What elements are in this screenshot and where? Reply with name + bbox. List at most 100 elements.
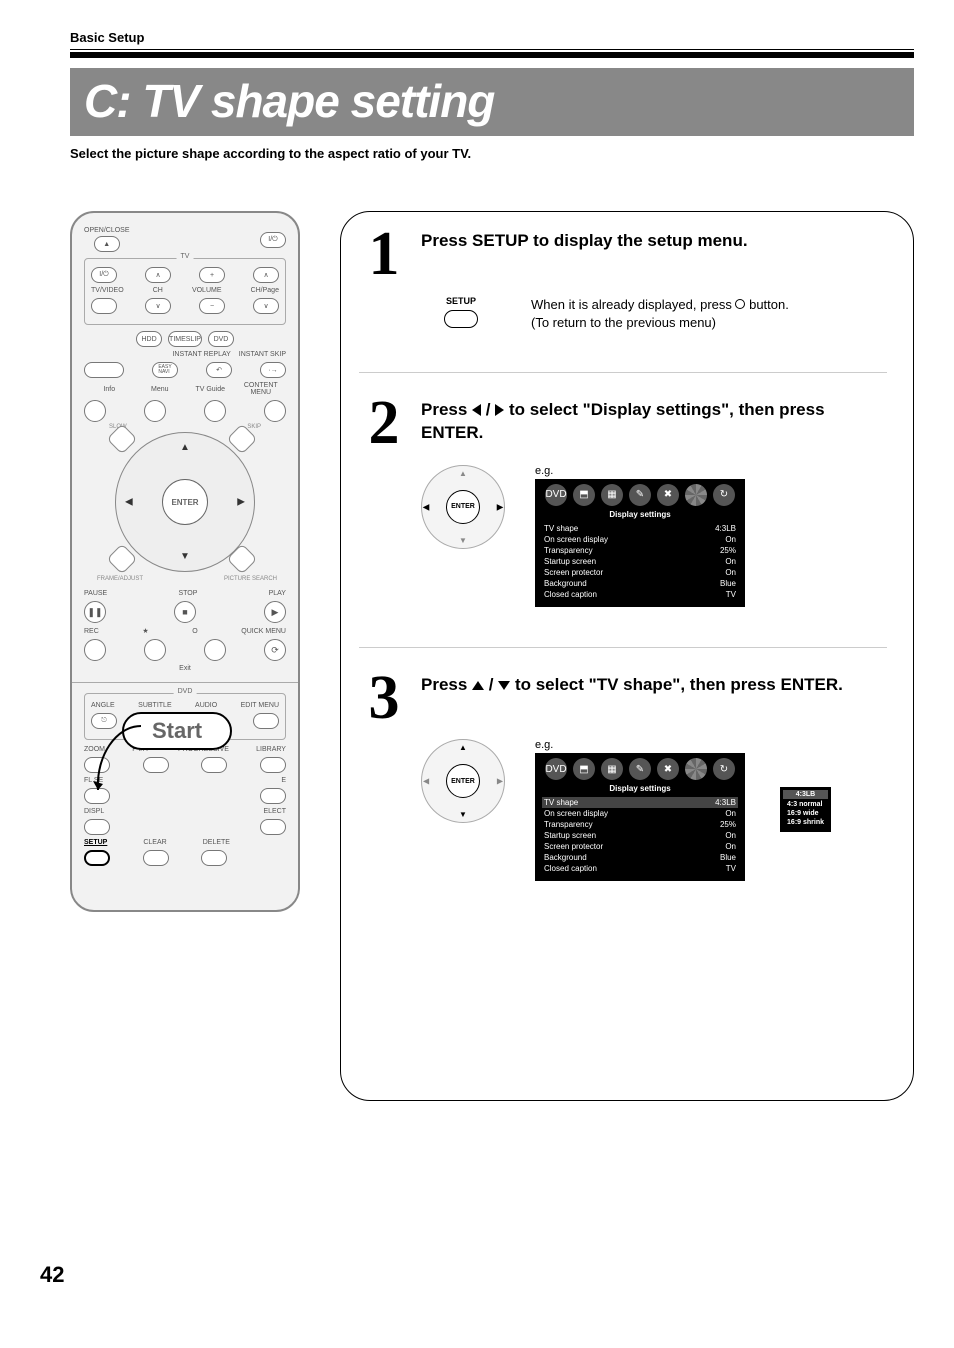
setup-label-remote: SETUP <box>84 839 107 846</box>
step-3-head: Press / to select "TV shape", then press… <box>421 674 843 724</box>
contentmenu-button <box>264 400 286 422</box>
intro-text: Select the picture shape according to th… <box>70 146 914 161</box>
quickmenu-label: QUICK MENU <box>241 628 286 635</box>
picture-search-label: PICTURE SEARCH <box>224 576 277 582</box>
inputselect-button <box>260 819 286 835</box>
subtitle-label: SUBTITLE <box>138 702 171 709</box>
circle-button <box>204 639 226 661</box>
chpage-down-button: ∨ <box>253 298 279 314</box>
ch-label: CH <box>153 287 163 294</box>
instant-skip-button: ·→ <box>260 362 286 378</box>
volume-label: VOLUME <box>192 287 222 294</box>
contentmenu-label: CONTENT MENU <box>236 382 287 396</box>
editmenu-label: EDIT MENU <box>241 702 279 709</box>
chpage-up-button: ∧ <box>253 267 279 283</box>
osd-icon-2: ⬒ <box>573 484 595 506</box>
search-button <box>226 543 257 574</box>
vol-up-button: + <box>199 267 225 283</box>
instant-replay-label: INSTANT REPLAY <box>172 351 230 358</box>
library-label: LIBRARY <box>256 746 286 753</box>
progressive-button <box>201 757 227 773</box>
menu-button <box>144 400 166 422</box>
power-button: I/⏻ <box>260 232 286 248</box>
tv-power-button: I/⏻ <box>91 267 117 283</box>
section-label: Basic Setup <box>70 30 914 49</box>
osd2-icon-2: ⬒ <box>573 758 595 780</box>
play-button: ▶ <box>264 601 286 623</box>
mode-label: E <box>281 777 286 784</box>
setup-button-remote <box>84 850 110 866</box>
skip-fwd-button <box>226 423 257 454</box>
eject-button: ▲ <box>94 236 120 252</box>
osd-options-popup: 4:3LB 4:3 normal 16:9 wide 16:9 shrink <box>780 787 831 831</box>
osd2-icon-5: ✖ <box>657 758 679 780</box>
instant-replay-button: ↶ <box>206 362 232 378</box>
dpad-up: ▲ <box>180 442 190 453</box>
hdd-button: HDD <box>136 331 162 347</box>
eg-label-1: e.g. <box>535 465 745 477</box>
osd-icon-gear <box>685 484 707 506</box>
library-button <box>260 757 286 773</box>
display-button <box>84 819 110 835</box>
step-1-head: Press SETUP to display the setup menu. <box>421 230 748 280</box>
page-title: C: TV shape setting <box>70 68 914 136</box>
osd-preview-1: DVD ⬒ ▦ ✎ ✖ ↻ Display settings TV shape4… <box>535 479 745 607</box>
eg-label-2: e.g. <box>535 739 745 751</box>
menu-label: Menu <box>135 386 186 393</box>
tvguide-label: TV Guide <box>185 386 236 393</box>
angle-label: ANGLE <box>91 702 115 709</box>
timeslip-button: TIMESLIP <box>168 331 202 347</box>
star-button <box>144 639 166 661</box>
frame-adjust-label: FRAME/ADJUST <box>97 576 143 582</box>
osd-icon-5: ✖ <box>657 484 679 506</box>
osd-icon-4: ✎ <box>629 484 651 506</box>
osd2-icon-7: ↻ <box>713 758 735 780</box>
osd-icon-7: ↻ <box>713 484 735 506</box>
dpad: SLOW SKIP FRAME/ADJUST PICTURE SEARCH ▲ … <box>115 432 255 572</box>
dpad-right: ▶ <box>237 497 245 508</box>
pause-button: ❚❚ <box>84 601 106 623</box>
step-3-number: 3 <box>359 674 409 724</box>
steps-frame: 1 Press SETUP to display the setup menu.… <box>340 211 914 1101</box>
dpad-down: ▼ <box>180 551 190 562</box>
osd-preview-2: DVD ⬒ ▦ ✎ ✖ ↻ Display settings TV shape4… <box>535 753 745 881</box>
circle-icon <box>735 299 745 309</box>
osd2-icon-4: ✎ <box>629 758 651 780</box>
instant-skip-label: INSTANT SKIP <box>239 351 286 358</box>
frame-button <box>106 543 137 574</box>
osd-title-2: Display settings <box>542 784 738 793</box>
circle-label: O <box>192 628 197 635</box>
clear-button <box>143 850 169 866</box>
delete-button <box>201 850 227 866</box>
rec-button <box>84 639 106 661</box>
ch-down-button: ∨ <box>145 298 171 314</box>
mini-dpad-ud: ▲ ▼ ◀ ▶ ENTER <box>421 739 505 823</box>
left-triangle-icon <box>472 404 481 416</box>
step-1-number: 1 <box>359 230 409 280</box>
editmenu-button <box>253 713 279 729</box>
remote-illustration: OPEN/CLOSE ▲ I/⏻ I/⏻ ∧ + ∧ TV/VIDEO CH <box>70 211 300 912</box>
step-1-subtext: When it is already displayed, press butt… <box>531 296 789 332</box>
osd-title-1: Display settings <box>542 510 738 519</box>
page-number: 42 <box>40 1262 64 1288</box>
slow-rev-button <box>106 423 137 454</box>
tvvideo-label: TV/VIDEO <box>91 287 124 294</box>
osd2-icon-gear <box>685 758 707 780</box>
star-label: ★ <box>142 627 148 635</box>
dvd-button: DVD <box>208 331 234 347</box>
mini-enter-button-2: ENTER <box>446 764 480 798</box>
delete-label: DELETE <box>203 839 230 846</box>
dpad-left: ◀ <box>125 497 133 508</box>
exit-label: Exit <box>179 665 191 672</box>
tvguide-button <box>204 400 226 422</box>
vol-down-button: − <box>199 298 225 314</box>
info-label: Info <box>84 386 135 393</box>
stop-button: ■ <box>174 601 196 623</box>
clear-label: CLEAR <box>143 839 166 846</box>
chpage-label: CH/Page <box>251 287 279 294</box>
open-close-label: OPEN/CLOSE <box>84 227 130 234</box>
osd-icon-dvd: DVD <box>545 484 567 506</box>
osd-icon-3: ▦ <box>601 484 623 506</box>
callout-arrow-icon <box>86 716 156 802</box>
rec-label: REC <box>84 628 99 635</box>
